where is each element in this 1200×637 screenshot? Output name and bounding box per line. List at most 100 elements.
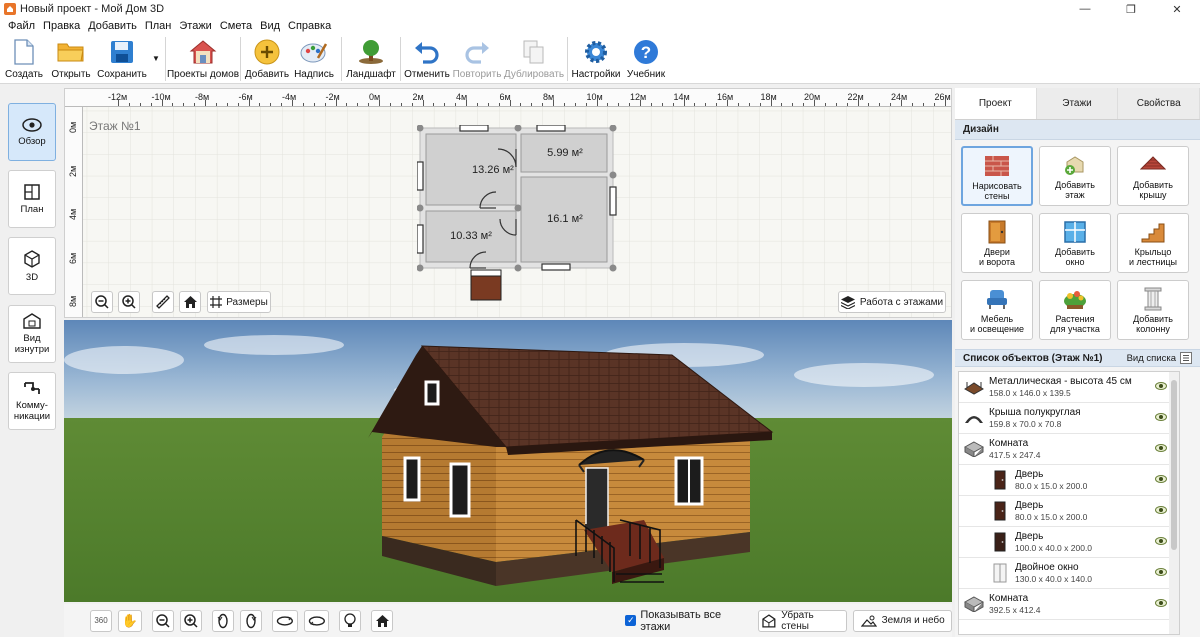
ruler-tick <box>585 103 587 106</box>
3d-view[interactable] <box>64 320 952 602</box>
lighting-button[interactable] <box>339 609 362 632</box>
tab-floors[interactable]: Этажи <box>1036 88 1119 119</box>
draw-walls-button[interactable]: Нарисовать стены <box>961 146 1033 206</box>
add-column-button[interactable]: Добавить колонну <box>1117 280 1189 340</box>
pan-button[interactable]: ✋ <box>118 609 142 632</box>
home-view-button[interactable] <box>179 291 201 313</box>
minimize-icon: — <box>1079 3 1091 15</box>
rotate-360-button[interactable]: 360 <box>90 609 112 632</box>
undo-button[interactable]: Отменить <box>404 34 450 82</box>
ruler-x-label: 24м <box>891 92 908 102</box>
visibility-eye-icon[interactable] <box>1155 413 1167 421</box>
furniture-lighting-button[interactable]: Мебель и освещение <box>961 280 1033 340</box>
visibility-eye-icon[interactable] <box>1155 475 1167 483</box>
list-item[interactable]: Двойное окно 130.0 x 40.0 x 140.0 <box>959 558 1179 589</box>
add-roof-button[interactable]: Добавить крышу <box>1117 146 1189 206</box>
settings-button[interactable]: Настройки <box>571 34 621 82</box>
tilt-up-button[interactable] <box>271 609 298 632</box>
ruler-tick <box>824 103 826 106</box>
zoom-out-button[interactable] <box>91 291 113 313</box>
measure-button[interactable] <box>152 291 174 313</box>
minimize-button[interactable]: — <box>1062 0 1108 18</box>
3d-zoom-out-button[interactable] <box>151 609 174 632</box>
zoom-in-button[interactable] <box>118 291 140 313</box>
menu-add[interactable]: Добавить <box>84 20 141 32</box>
list-item[interactable]: Дверь 100.0 x 40.0 x 200.0 <box>959 527 1179 558</box>
objects-list-header: Список объектов (Этаж №1) Вид списка <box>955 349 1200 367</box>
ruler-tick <box>781 103 783 106</box>
add-floor-button[interactable]: Добавить этаж <box>1039 146 1111 206</box>
restore-button[interactable]: ❐ <box>1108 0 1154 18</box>
tab-properties[interactable]: Свойства <box>1118 88 1200 119</box>
menu-file[interactable]: Файл <box>4 20 39 32</box>
menu-view[interactable]: Вид <box>256 20 284 32</box>
3d-zoom-in-button[interactable] <box>179 609 202 632</box>
menu-floors[interactable]: Этажи <box>175 20 215 32</box>
nav-3d[interactable]: 3D <box>8 237 56 295</box>
earth-sky-button[interactable]: Земля и небо <box>853 609 952 632</box>
visibility-eye-icon[interactable] <box>1155 537 1167 545</box>
list-item[interactable]: Дверь 80.0 x 15.0 x 200.0 <box>959 496 1179 527</box>
add-button[interactable]: Добавить <box>244 34 290 82</box>
porch-stairs-button[interactable]: Крыльцо и лестницы <box>1117 213 1189 273</box>
plants-button[interactable]: Растения для участка <box>1039 280 1111 340</box>
visibility-eye-icon[interactable] <box>1155 599 1167 607</box>
menu-edit[interactable]: Правка <box>39 20 84 32</box>
remove-walls-button[interactable]: Убрать стены <box>758 609 848 632</box>
show-all-floors-checkbox[interactable]: ✓ Показывать все этажи <box>625 609 752 633</box>
rotate-right-button[interactable] <box>239 609 262 632</box>
tilt-down-button[interactable] <box>303 609 330 632</box>
tutorial-button[interactable]: ? Учебник <box>621 34 671 82</box>
view-list-button[interactable]: Вид списка <box>1127 352 1192 364</box>
nav-inside-view[interactable]: Вид изнутри <box>8 305 56 363</box>
list-item-name: Дверь <box>1015 500 1044 511</box>
objects-list[interactable]: Металлическая - высота 45 см 158.0 x 146.… <box>958 371 1180 635</box>
visibility-eye-icon[interactable] <box>1155 444 1167 452</box>
rotate-left-button[interactable] <box>211 609 234 632</box>
visibility-eye-icon[interactable] <box>1155 568 1167 576</box>
menu-estimate[interactable]: Смета <box>216 20 256 32</box>
list-item[interactable]: Комната 417.5 x 247.4 <box>959 434 1179 465</box>
list-item[interactable]: Металлическая - высота 45 см 158.0 x 146.… <box>959 372 1179 403</box>
nav-inside-line1: Вид <box>23 333 41 344</box>
open-button[interactable]: Открыть <box>48 34 94 82</box>
add-window-button[interactable]: Добавить окно <box>1039 213 1111 273</box>
tab-project[interactable]: Проект <box>955 88 1037 119</box>
landscape-button[interactable]: Ландшафт <box>345 34 397 82</box>
list-item[interactable]: Комната 392.5 x 412.4 <box>959 589 1179 620</box>
scrollbar-thumb[interactable] <box>1171 380 1177 550</box>
floors-work-button[interactable]: Работа с этажами <box>838 291 946 313</box>
ruler-tick <box>835 103 837 106</box>
menu-plan[interactable]: План <box>141 20 176 32</box>
dimensions-button[interactable]: Размеры <box>207 291 271 313</box>
ruler-tick <box>650 103 652 106</box>
nav-communications[interactable]: Комму-никации <box>8 372 56 430</box>
list-item[interactable]: Дверь 80.0 x 15.0 x 200.0 <box>959 465 1179 496</box>
ruler-tick <box>183 103 185 106</box>
save-dropdown-icon[interactable]: ▼ <box>150 34 162 82</box>
nav-overview[interactable]: Обзор <box>8 103 56 161</box>
3d-home-button[interactable] <box>371 609 394 632</box>
floor-plan-drawing[interactable]: 13.26 м² 5.99 м² 10.33 м² 16.1 м² <box>417 125 617 305</box>
objects-scrollbar[interactable] <box>1169 372 1179 634</box>
ruler-tick <box>476 103 478 106</box>
visibility-eye-icon[interactable] <box>1155 506 1167 514</box>
nav-plan[interactable]: План <box>8 170 56 228</box>
create-button[interactable]: Создать <box>0 34 48 82</box>
caption-button[interactable]: Надпись <box>290 34 338 82</box>
redo-button[interactable]: Повторить <box>450 34 504 82</box>
menu-help[interactable]: Справка <box>284 20 335 32</box>
doors-gates-button[interactable]: Двери и ворота <box>961 213 1033 273</box>
visibility-eye-icon[interactable] <box>1155 382 1167 390</box>
duplicate-button[interactable]: Дублировать <box>504 34 564 82</box>
show-all-floors-label: Показывать все этажи <box>640 608 722 633</box>
ruler-tick <box>868 103 870 106</box>
ruler-tick <box>128 103 130 106</box>
house-projects-button[interactable]: Проекты домов <box>167 34 239 82</box>
list-item[interactable]: Крыша полукруглая 159.8 x 70.0 x 70.8 <box>959 403 1179 434</box>
close-button[interactable]: ✕ <box>1154 0 1200 18</box>
remove-walls-label: Убрать стены <box>781 609 814 632</box>
plan-view[interactable]: -12м -10м -8м -6м -4м -2м 0м 2м 4м 6м 8м 10м 12м 14м 1… <box>64 88 952 318</box>
list-item-dims: 100.0 x 40.0 x 200.0 <box>1015 543 1093 553</box>
save-button[interactable]: Сохранить <box>94 34 150 82</box>
